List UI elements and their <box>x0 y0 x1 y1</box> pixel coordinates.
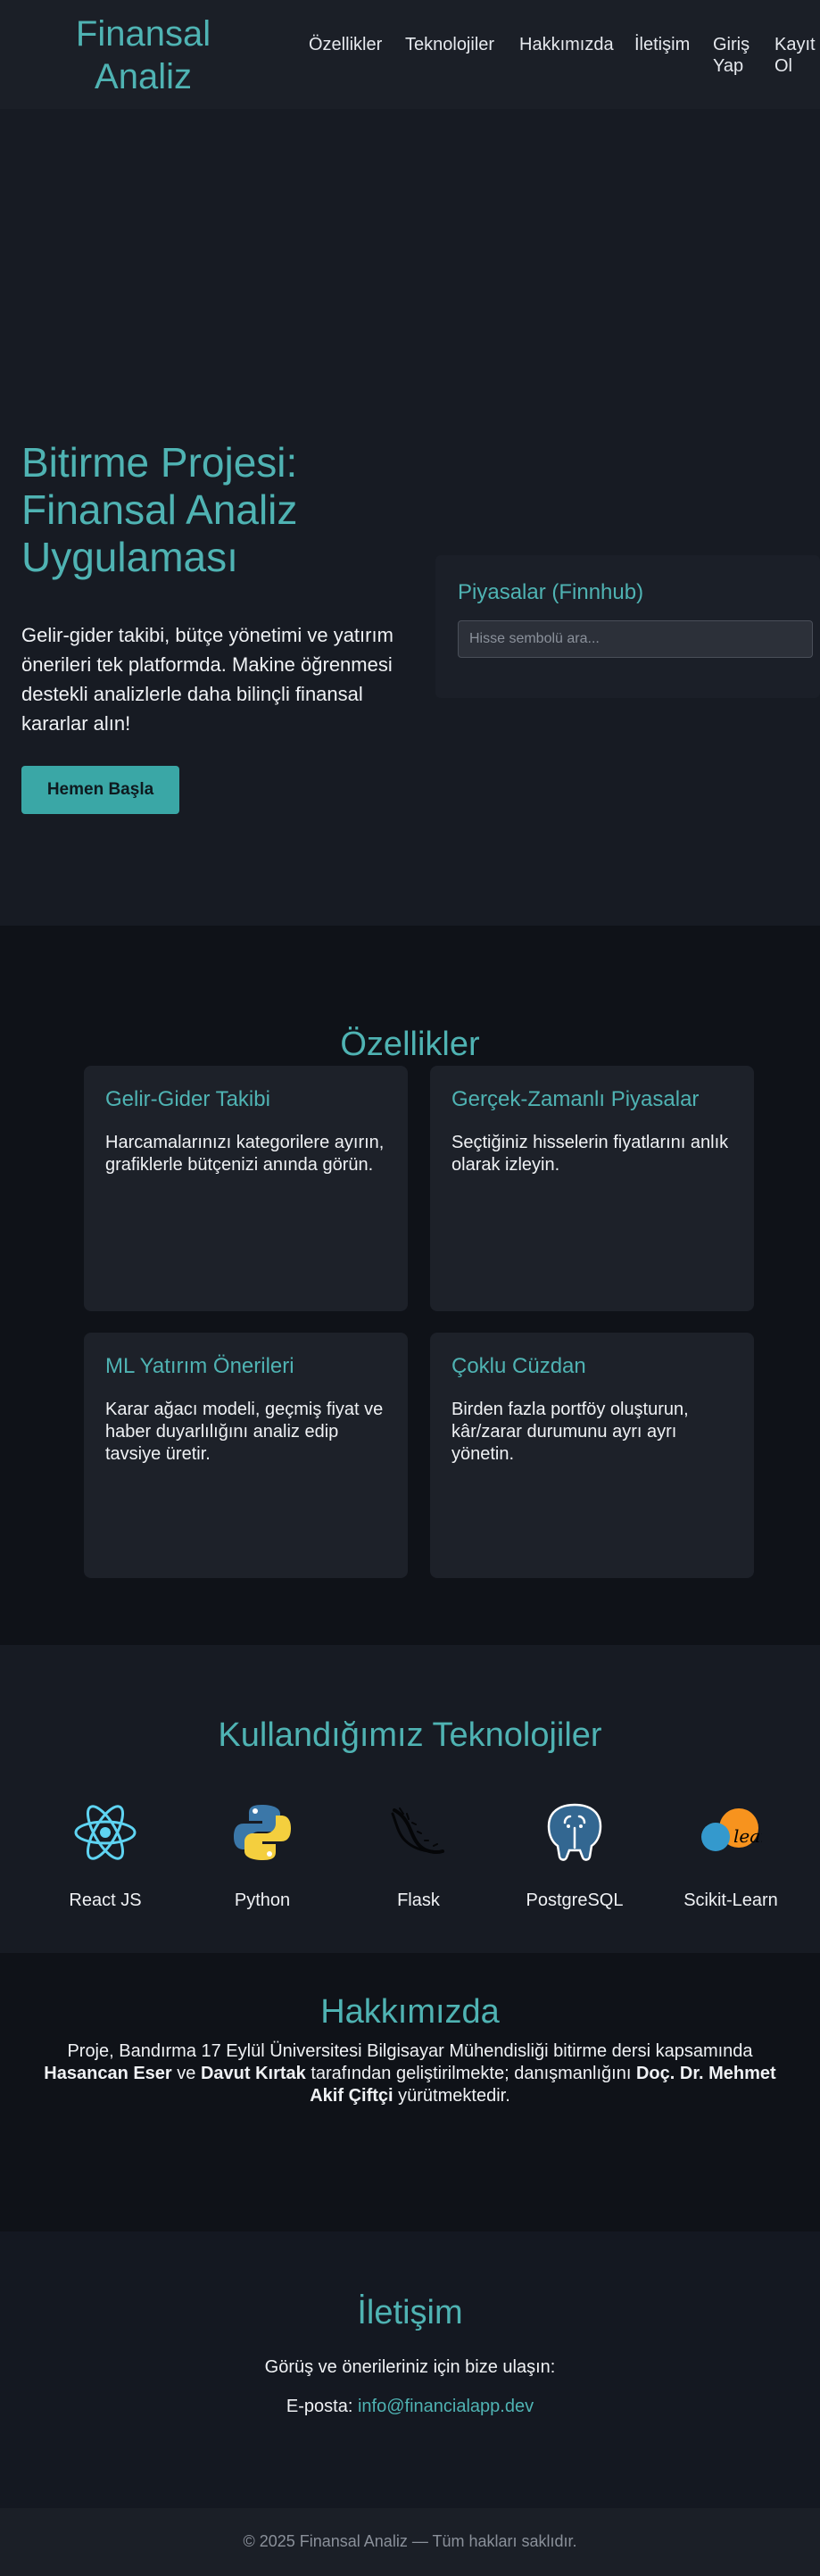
react-icon <box>74 1805 137 1860</box>
about-text-part: tarafından geliştirilmekte; danışmanlığı… <box>311 2064 632 2083</box>
tech-label: Python <box>234 1890 291 1910</box>
flask-icon <box>391 1807 444 1855</box>
contact-section: İletişim Görüş ve önerileriniz için bize… <box>0 2231 820 2508</box>
about-text-part: yürütmektedir. <box>398 2086 510 2106</box>
feature-card-desc: Karar ağacı modeli, geçmiş fiyat ve habe… <box>105 1400 384 1464</box>
footer: © 2025 Finansal Analiz — Tüm hakları sak… <box>0 2508 820 2576</box>
feature-card-title: Gerçek-Zamanlı Piyasalar <box>451 1087 700 1111</box>
about-text-part: ve <box>177 2064 196 2083</box>
feature-card-desc: Seçtiğiniz hisselerin fiyatlarını anlık … <box>451 1133 729 1175</box>
scikit-learn-icon: learn <box>701 1808 762 1851</box>
feature-card: Gelir-Gider Takibi Harcamalarınızı kateg… <box>84 1066 408 1311</box>
email-label: E-posta: <box>286 2397 353 2416</box>
feature-card-title: Gelir-Gider Takibi <box>105 1087 270 1111</box>
get-started-button[interactable]: Hemen Başla <box>21 766 179 814</box>
feature-card-desc: Harcamalarınızı kategorilere ayırın, gra… <box>105 1133 385 1175</box>
market-card-title: Piyasalar (Finnhub) <box>458 580 644 604</box>
email-link[interactable]: info@financialapp.dev <box>358 2397 534 2416</box>
postgresql-icon <box>547 1803 602 1861</box>
python-icon <box>234 1805 291 1860</box>
nav-link-register[interactable]: Kayıt Ol <box>774 34 817 77</box>
technologies-section: Kullandığımız Teknolojiler React JS Pyth… <box>0 1645 820 1953</box>
feature-card: Çoklu Cüzdan Birden fazla portföy oluştu… <box>430 1333 754 1578</box>
author-name: Hasancan Eser <box>44 2064 172 2083</box>
tech-label: PostgreSQL <box>526 1890 624 1910</box>
feature-card-title: ML Yatırım Önerileri <box>105 1354 294 1378</box>
feature-card: ML Yatırım Önerileri Karar ağacı modeli,… <box>84 1333 408 1578</box>
hero-title: Bitirme Projesi: Finansal Analiz Uygulam… <box>21 439 298 580</box>
nav-link-login[interactable]: Giriş Yap <box>713 34 758 77</box>
brand-logo[interactable]: Finansal Analiz <box>52 12 235 98</box>
nav-link-features[interactable]: Özellikler <box>309 34 382 55</box>
contact-title: İletişim <box>357 2294 463 2331</box>
nav-link-about[interactable]: Hakkımızda <box>519 34 614 55</box>
features-title: Özellikler <box>340 1026 480 1063</box>
about-section: Hakkımızda Proje, Bandırma 17 Eylül Üniv… <box>0 1953 820 2231</box>
about-title: Hakkımızda <box>320 1993 500 2031</box>
technologies-title: Kullandığımız Teknolojiler <box>218 1716 602 1754</box>
hero-section: Bitirme Projesi: Finansal Analiz Uygulam… <box>0 109 820 926</box>
features-section: Özellikler Gelir-Gider Takibi Harcamalar… <box>0 926 820 1645</box>
contact-email-line: E-posta: info@financialapp.dev <box>0 2396 820 2418</box>
about-text-part: Proje, Bandırma 17 Eylül Üniversitesi Bi… <box>67 2041 753 2061</box>
hero-lead: Gelir-gider takibi, bütçe yönetimi ve ya… <box>21 624 393 735</box>
feature-card: Gerçek-Zamanlı Piyasalar Seçtiğiniz hiss… <box>430 1066 754 1311</box>
market-card: Piyasalar (Finnhub) <box>435 555 820 698</box>
feature-card-desc: Birden fazla portföy oluşturun, kâr/zara… <box>451 1400 689 1464</box>
tech-label: Scikit-Learn <box>683 1890 778 1910</box>
about-text: Proje, Bandırma 17 Eylül Üniversitesi Bi… <box>36 2040 784 2107</box>
svg-text:learn: learn <box>733 1825 762 1847</box>
navbar: Finansal Analiz Özellikler Teknolojiler … <box>0 0 820 109</box>
tech-label: React JS <box>69 1890 142 1910</box>
stock-search-input[interactable] <box>458 620 813 658</box>
tech-label: Flask <box>397 1890 440 1910</box>
nav-link-technologies[interactable]: Teknolojiler <box>405 34 494 55</box>
contact-subtitle: Görüş ve önerileriniz için bize ulaşın: <box>264 2357 556 2377</box>
author-name: Davut Kırtak <box>200 2064 306 2083</box>
feature-card-title: Çoklu Cüzdan <box>451 1354 586 1378</box>
footer-copyright: © 2025 Finansal Analiz — Tüm hakları sak… <box>243 2532 577 2550</box>
nav-link-contact[interactable]: İletişim <box>634 34 690 55</box>
